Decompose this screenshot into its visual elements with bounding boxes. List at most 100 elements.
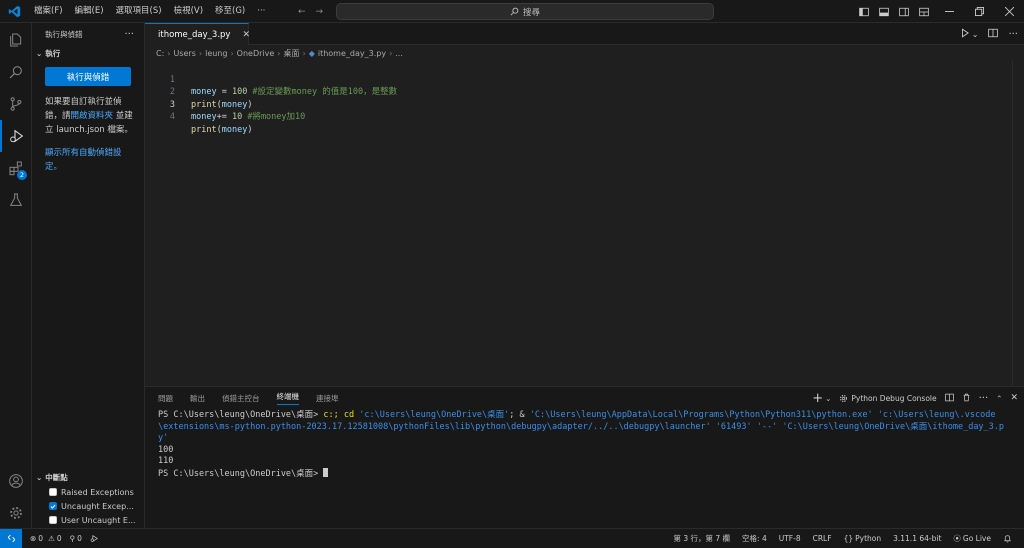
checkbox-checked[interactable] bbox=[49, 502, 57, 510]
ports-status[interactable]: ⚲ 0 bbox=[66, 534, 86, 543]
breadcrumb-item[interactable]: C: bbox=[156, 49, 164, 58]
minimize-icon[interactable] bbox=[934, 0, 964, 23]
breakpoint-uncaught-exceptions[interactable]: Uncaught Excep... bbox=[32, 499, 145, 513]
run-section-title: 執行 bbox=[45, 48, 61, 58]
menu-file[interactable]: 檔案(F) bbox=[28, 0, 69, 23]
debug-console-label: Python Debug Console bbox=[851, 393, 937, 403]
kill-terminal-trash-icon[interactable] bbox=[962, 393, 971, 404]
breadcrumb-item[interactable]: 桌面 bbox=[284, 48, 300, 59]
remote-indicator-icon[interactable] bbox=[0, 529, 22, 548]
source-control-icon[interactable] bbox=[0, 88, 32, 120]
split-terminal-icon[interactable] bbox=[944, 393, 954, 404]
breakpoints-section: ⌄ 中斷點 Raised Exceptions Uncaught Excep..… bbox=[32, 469, 145, 527]
editor-scrollbar[interactable] bbox=[1012, 60, 1024, 386]
tab-close-icon[interactable]: ✕ bbox=[242, 30, 250, 40]
cursor-position[interactable]: 第 3 行，第 7 欄 bbox=[669, 533, 734, 544]
terminal-command: ; & bbox=[509, 410, 530, 420]
explorer-icon[interactable] bbox=[0, 24, 32, 56]
file-encoding[interactable]: UTF-8 bbox=[775, 534, 805, 543]
manage-gear-icon[interactable] bbox=[0, 497, 32, 529]
open-folder-link[interactable]: 開啟資料夾 bbox=[71, 111, 114, 121]
terminal-dropdown-chevron-icon[interactable]: ⌄ bbox=[825, 394, 831, 403]
extensions-icon[interactable]: 2 bbox=[0, 152, 32, 184]
breakpoint-user-uncaught-exceptions[interactable]: User Uncaught E... bbox=[32, 513, 145, 527]
menu-selection[interactable]: 選取項目(S) bbox=[110, 0, 168, 23]
tab-output[interactable]: 輸出 bbox=[190, 393, 205, 404]
code-editor[interactable]: 1 money = 100 #設定變數money 的值是100，是整數 2 pr… bbox=[145, 60, 1024, 386]
breadcrumb-item[interactable]: Users bbox=[173, 49, 195, 58]
toggle-panel-icon[interactable] bbox=[874, 0, 894, 23]
terminal-line: \extensions\ms-python.python-2023.17.125… bbox=[158, 421, 1005, 432]
customize-layout-icon[interactable] bbox=[914, 0, 934, 23]
search-sidebar-icon[interactable] bbox=[0, 56, 32, 88]
terminal-line: y' bbox=[158, 433, 169, 443]
code-content: print(money) bbox=[191, 124, 252, 137]
token-paren: ) bbox=[247, 124, 253, 135]
run-and-debug-button[interactable]: 執行與偵錯 bbox=[45, 67, 131, 86]
run-and-debug-icon[interactable] bbox=[0, 120, 32, 152]
indentation[interactable]: 空格: 4 bbox=[738, 533, 771, 544]
go-live-icon: ⦿ bbox=[953, 534, 961, 543]
breakpoint-raised-exceptions[interactable]: Raised Exceptions bbox=[32, 485, 145, 499]
breadcrumb-item[interactable]: leung bbox=[205, 49, 227, 58]
debug-launch-icon[interactable] bbox=[86, 534, 103, 543]
title-bar-right bbox=[854, 0, 1024, 23]
checkbox-unchecked[interactable] bbox=[49, 488, 57, 496]
run-section-header[interactable]: ⌄ 執行 bbox=[32, 45, 144, 61]
tab-ithome-day-3[interactable]: ithome_day_3.py ✕ bbox=[145, 23, 250, 45]
tab-debug-console[interactable]: 偵錯主控台 bbox=[222, 393, 260, 404]
breadcrumb-item[interactable]: OneDrive bbox=[237, 49, 275, 58]
breadcrumb-item[interactable]: ... bbox=[395, 49, 403, 58]
go-live-label: Go Live bbox=[962, 534, 991, 543]
terminal-prompt: PS C:\Users\leung\OneDrive\桌面> bbox=[158, 410, 324, 420]
notifications-bell-icon[interactable] bbox=[999, 534, 1016, 543]
tab-problems[interactable]: 問題 bbox=[158, 393, 173, 404]
panel-more-icon[interactable]: ··· bbox=[979, 393, 989, 404]
accounts-icon[interactable] bbox=[0, 465, 32, 497]
breadcrumb-item[interactable]: ithome_day_3.py bbox=[318, 49, 386, 58]
close-icon[interactable] bbox=[994, 0, 1024, 23]
menu-go[interactable]: 移至(G) bbox=[209, 0, 251, 23]
code-line[interactable]: 2 print(money) bbox=[145, 74, 1024, 110]
command-center-search[interactable]: 搜尋 bbox=[336, 3, 714, 20]
run-python-file-icon[interactable] bbox=[960, 27, 970, 41]
terminal-output[interactable]: PS C:\Users\leung\OneDrive\桌面> c:; cd 'c… bbox=[158, 410, 1008, 479]
debug-console-terminal[interactable]: Python Debug Console bbox=[839, 393, 937, 403]
language-mode[interactable]: {} Python bbox=[840, 534, 886, 543]
go-live-button[interactable]: ⦿ Go Live bbox=[949, 533, 995, 544]
maximize-icon[interactable] bbox=[964, 0, 994, 23]
back-arrow-icon[interactable]: ← bbox=[298, 7, 306, 17]
line-ending[interactable]: CRLF bbox=[809, 534, 836, 543]
tab-ports[interactable]: 連接埠 bbox=[316, 393, 339, 404]
python-interpreter[interactable]: 3.11.1 64-bit bbox=[889, 534, 945, 543]
sidebar-title: 執行與偵錯 bbox=[45, 29, 83, 39]
code-line[interactable]: 1 money = 100 #設定變數money 的值是100，是整數 bbox=[145, 61, 1024, 98]
tab-terminal[interactable]: 終端機 bbox=[276, 391, 299, 405]
bottom-panel: 問題 輸出 偵錯主控台 終端機 連接埠 + ⌄ Python Debug Con… bbox=[145, 386, 1024, 528]
code-line-current[interactable]: 3 money+= 10 #將money加10 bbox=[145, 86, 1024, 123]
close-panel-icon[interactable]: ✕ bbox=[1010, 393, 1018, 403]
split-editor-icon[interactable] bbox=[988, 28, 999, 41]
menu-more[interactable]: ··· bbox=[251, 0, 271, 23]
breakpoints-header[interactable]: ⌄ 中斷點 bbox=[32, 469, 145, 485]
testing-flask-icon[interactable] bbox=[0, 184, 32, 216]
more-actions-icon[interactable]: ··· bbox=[1008, 29, 1018, 40]
checkbox-unchecked[interactable] bbox=[49, 516, 57, 524]
maximize-panel-chevron-up-icon[interactable]: ⌃ bbox=[996, 394, 1002, 403]
code-line[interactable]: 4 print(money) bbox=[145, 99, 1024, 135]
show-auto-debug-configs-link[interactable]: 顯示所有自動偵錯設定。 bbox=[45, 146, 136, 174]
toggle-primary-sidebar-icon[interactable] bbox=[854, 0, 874, 23]
menu-view[interactable]: 檢視(V) bbox=[168, 0, 209, 23]
terminal-command: c:; cd bbox=[323, 410, 360, 420]
toggle-secondary-sidebar-icon[interactable] bbox=[894, 0, 914, 23]
menu-edit[interactable]: 編輯(E) bbox=[69, 0, 110, 23]
token-number: 10 bbox=[231, 112, 243, 122]
new-terminal-plus-icon[interactable]: + bbox=[812, 391, 823, 406]
sidebar-more-actions[interactable]: ··· bbox=[124, 29, 134, 40]
extensions-badge: 2 bbox=[17, 170, 27, 180]
terminal-cursor bbox=[323, 467, 329, 477]
run-options-chevron-icon[interactable]: ⌄ bbox=[972, 30, 979, 39]
forward-arrow-icon[interactable]: → bbox=[316, 7, 324, 17]
check-icon bbox=[50, 504, 56, 509]
problems-status[interactable]: ⊗ 0 ⚠ 0 bbox=[26, 534, 66, 543]
